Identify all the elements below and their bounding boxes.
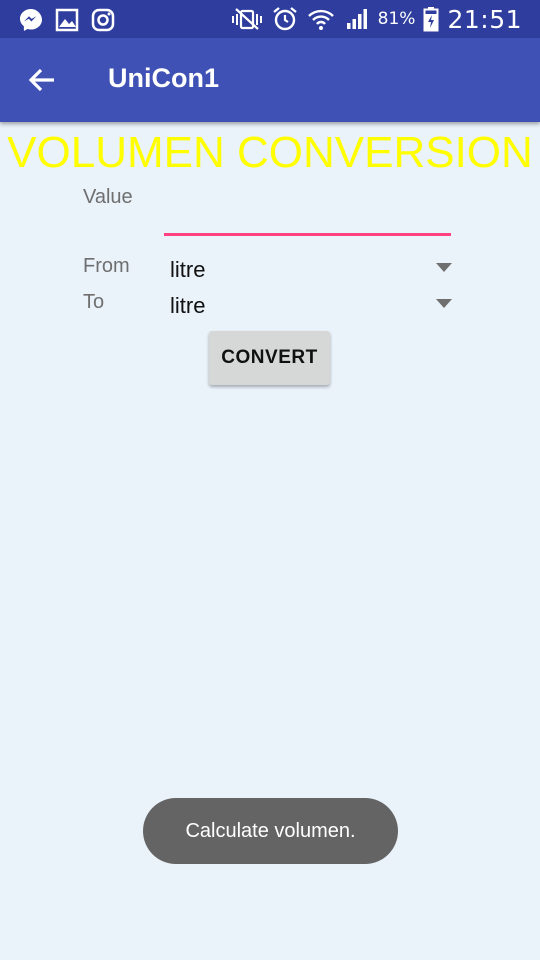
messenger-icon <box>20 9 42 31</box>
alarm-icon <box>272 7 297 31</box>
dropdown-arrow-icon <box>436 263 452 272</box>
gallery-icon <box>55 8 79 32</box>
vibrate-icon <box>231 8 262 30</box>
from-unit-value: litre <box>170 257 206 282</box>
to-unit-value: litre <box>170 293 206 318</box>
signal-icon <box>346 9 367 29</box>
page-heading: VOLUMEN CONVERSION <box>7 128 533 177</box>
clock: 21:51 <box>447 4 522 34</box>
instagram-icon <box>91 8 115 32</box>
wifi-icon <box>307 9 334 30</box>
app-title: UniCon1 <box>108 63 219 93</box>
from-unit-dropdown[interactable]: litre <box>160 252 456 286</box>
value-input[interactable] <box>164 200 451 236</box>
battery-charging-icon <box>423 7 439 32</box>
status-bar: 81% 21:51 <box>0 0 540 38</box>
back-button[interactable] <box>18 60 66 100</box>
dropdown-arrow-icon <box>436 299 452 308</box>
toast-message: Calculate volumen. <box>143 798 398 864</box>
convert-button[interactable]: CONVERT <box>209 331 330 385</box>
value-label: Value <box>83 186 133 208</box>
to-label: To <box>83 291 105 313</box>
system-status: 81% 21:51 <box>230 0 522 38</box>
notification-icons <box>18 7 116 33</box>
from-label: From <box>83 255 130 277</box>
battery-percentage: 81% <box>377 9 416 29</box>
arrow-back-icon <box>28 68 54 92</box>
app-bar: UniCon1 <box>0 38 540 122</box>
to-unit-dropdown[interactable]: litre <box>160 288 456 322</box>
